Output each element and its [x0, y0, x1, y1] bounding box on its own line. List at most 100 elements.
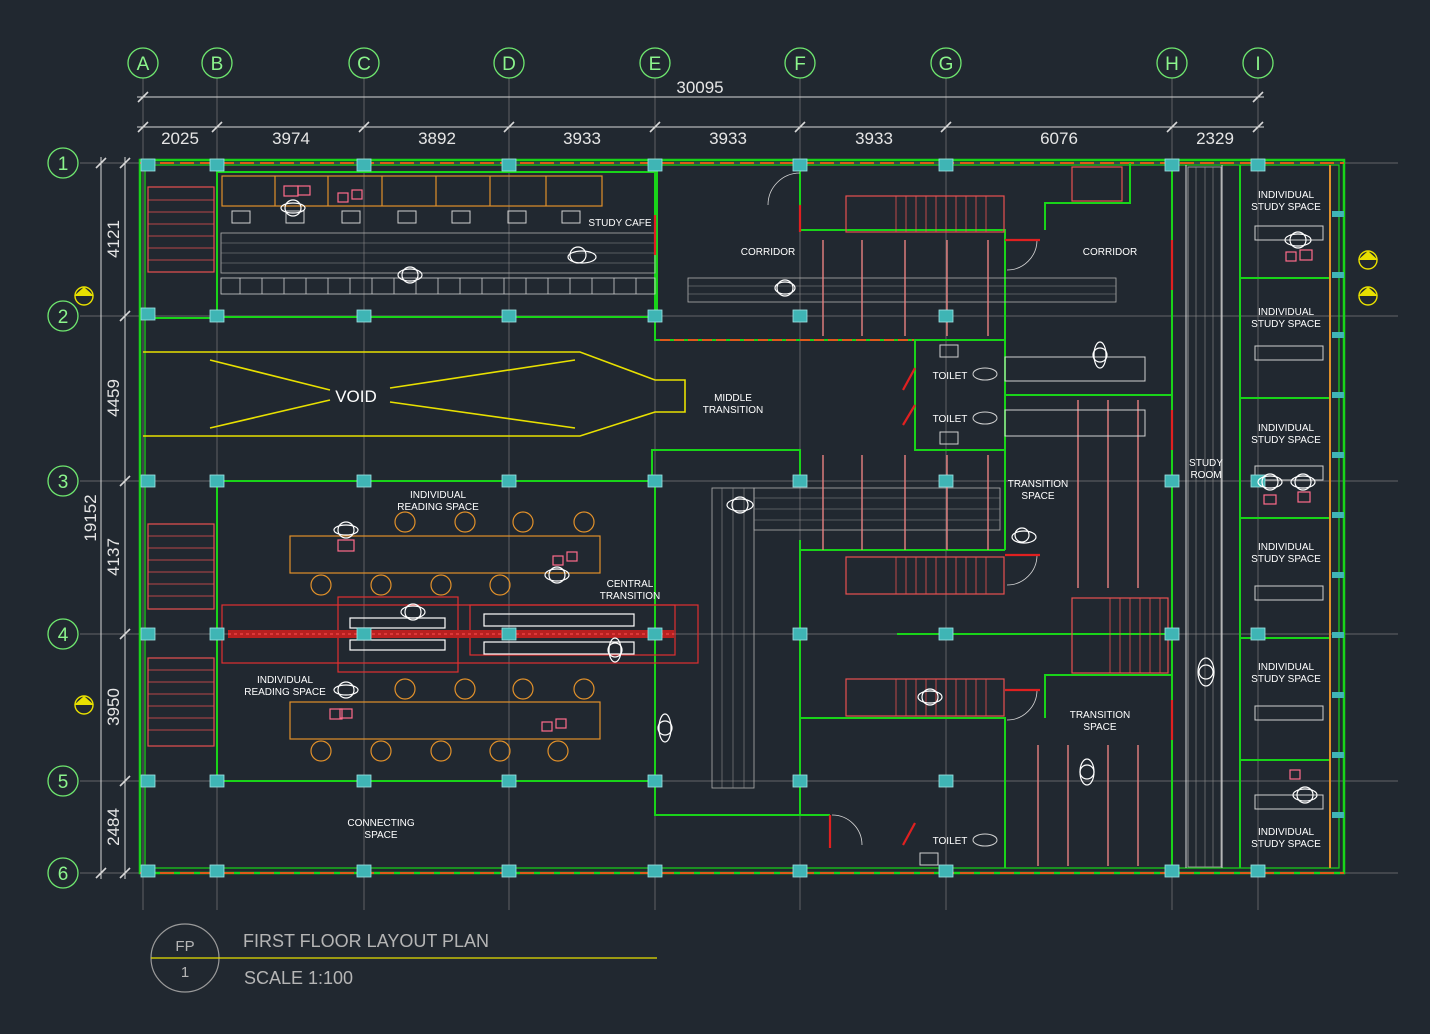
grid-bubble-e: E: [639, 47, 671, 79]
label-toilet-1: TOILET: [933, 371, 968, 382]
label-individual-study-3b: STUDY SPACE: [1251, 435, 1321, 446]
outer-walls: [138, 158, 1346, 875]
person-icon: [333, 681, 359, 699]
dimension-lines: [95, 91, 1264, 879]
stair-ne: [1071, 166, 1123, 202]
sheet-number: 1: [181, 964, 189, 981]
grid-bubble-h: H: [1156, 47, 1188, 79]
drawing-scale: SCALE 1:100: [244, 968, 353, 988]
label-individual-study-4b: STUDY SPACE: [1251, 554, 1321, 565]
section-markers: [74, 250, 1378, 715]
stair-corridor: [845, 195, 1005, 233]
paving-hatch: [221, 167, 1214, 867]
label-individual-study-5b: STUDY SPACE: [1251, 674, 1321, 685]
section-marker-icon: [74, 286, 94, 306]
grid-bubble-2: 2: [47, 300, 79, 332]
title-block: FP 1 FIRST FLOOR LAYOUT PLAN SCALE 1:100: [150, 923, 657, 993]
grid-label-3: 3: [58, 472, 69, 493]
dim-2-3: 4459: [104, 379, 123, 417]
grid-label-b: B: [211, 54, 224, 75]
label-middle-transition-2: TRANSITION: [703, 405, 764, 416]
label-transition-space-2a: TRANSITION: [1070, 710, 1131, 721]
grid-label-1: 1: [58, 154, 69, 175]
label-transition-space-2b: SPACE: [1083, 722, 1116, 733]
dim-h-i: 2329: [1196, 129, 1234, 148]
person-icon: [774, 279, 796, 297]
person-icon: [1092, 341, 1108, 369]
label-study-cafe: STUDY CAFE: [588, 218, 651, 229]
label-individual-reading-1a: INDIVIDUAL: [410, 490, 467, 501]
label-study-room-b: ROOM: [1190, 470, 1221, 481]
grid-label-a: A: [137, 54, 150, 75]
void-outline: [143, 351, 686, 437]
label-individual-reading-2a: INDIVIDUAL: [257, 675, 314, 686]
label-void: VOID: [335, 387, 377, 406]
person-icon: [280, 199, 306, 217]
person-icon: [544, 566, 570, 584]
drawing-title: FIRST FLOOR LAYOUT PLAN: [243, 931, 489, 951]
dim-g-h: 6076: [1040, 129, 1078, 148]
label-corridor-right: CORRIDOR: [1083, 247, 1137, 258]
dim-d-e: 3933: [563, 129, 601, 148]
facade-windows: [1332, 211, 1344, 818]
dim-overall-height: 19152: [81, 494, 100, 541]
door-leaves: [653, 205, 1174, 848]
label-individual-reading-1b: READING SPACE: [397, 502, 479, 513]
grid-label-4: 4: [58, 625, 69, 646]
grid-label-i: I: [1255, 54, 1260, 75]
grid-bubble-4: 4: [47, 618, 79, 650]
cafe-bench-row: [220, 277, 656, 295]
grid-bubbles-columns: A B C D E F G H I: [127, 47, 1274, 79]
grid-label-c: C: [357, 54, 371, 75]
label-individual-study-2a: INDIVIDUAL: [1258, 307, 1315, 318]
dim-1-2: 4121: [104, 220, 123, 258]
section-marker-icon: [74, 695, 94, 715]
dim-f-g: 3933: [855, 129, 893, 148]
central-transition-strip: [228, 630, 674, 638]
sheet-code: FP: [175, 938, 194, 955]
grid-bubble-1: 1: [47, 147, 79, 179]
grid-bubble-f: F: [784, 47, 816, 79]
grid-label-e: E: [649, 54, 662, 75]
label-individual-study-6a: INDIVIDUAL: [1258, 827, 1315, 838]
grid-bubble-6: 6: [47, 857, 79, 889]
dim-3-4: 4137: [104, 538, 123, 576]
grid-bubble-3: 3: [47, 465, 79, 497]
label-central-transition-b: TRANSITION: [600, 591, 661, 602]
grid-bubble-i: I: [1242, 47, 1274, 79]
person-icon: [1011, 527, 1037, 544]
grid-bubble-5: 5: [47, 765, 79, 797]
label-central-transition-a: CENTRAL: [607, 579, 654, 590]
rails: [822, 240, 1139, 866]
dim-column-spacings: 2025 3974 3892 3933 3933 3933 6076 2329: [161, 129, 1234, 148]
section-marker-icon: [1358, 286, 1378, 306]
grid-bubble-b: B: [201, 47, 233, 79]
grid-label-f: F: [794, 54, 806, 75]
label-middle-transition-1: MIDDLE: [714, 393, 752, 404]
label-corridor-left: CORRIDOR: [741, 247, 795, 258]
dim-overall-width: 30095: [676, 78, 723, 97]
grid-label-h: H: [1165, 54, 1179, 75]
label-toilet-3: TOILET: [933, 836, 968, 847]
label-individual-study-5a: INDIVIDUAL: [1258, 662, 1315, 673]
dim-5-6: 2484: [104, 808, 123, 846]
grid-bubbles-rows: 1 2 3 4 5 6: [47, 147, 79, 889]
grid-label-5: 5: [58, 772, 69, 793]
dim-a-b: 2025: [161, 129, 199, 148]
label-individual-reading-2b: READING SPACE: [244, 687, 326, 698]
label-individual-study-4a: INDIVIDUAL: [1258, 542, 1315, 553]
grid-bubble-c: C: [348, 47, 380, 79]
person-icon: [917, 688, 943, 706]
grid-label-d: D: [502, 54, 516, 75]
study-cafe-furniture: [221, 175, 603, 207]
interior-walls: [143, 163, 1331, 873]
label-transition-space-1a: TRANSITION: [1008, 479, 1069, 490]
floor-plan-drawing: 30095 2025 3974 3892 3933 3933 3933 6076…: [47, 47, 1398, 993]
grid-lines: [80, 78, 1398, 910]
person-icon: [657, 713, 673, 743]
dim-row-spacings: 4121 4459 4137 3950 2484: [104, 220, 123, 846]
dim-b-c: 3974: [272, 129, 310, 148]
label-toilet-2: TOILET: [933, 414, 968, 425]
label-connecting-space-a: CONNECTING: [347, 818, 414, 829]
label-individual-study-1b: STUDY SPACE: [1251, 202, 1321, 213]
